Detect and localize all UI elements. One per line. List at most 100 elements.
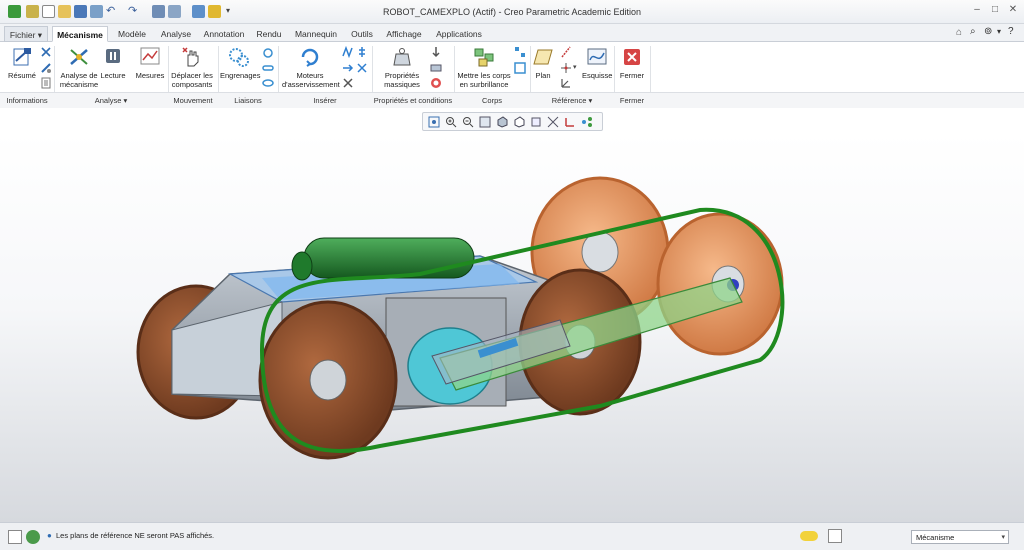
damper-icon[interactable]: [356, 46, 368, 58]
close-button[interactable]: ✕: [1004, 4, 1022, 15]
coordinate-system-icon[interactable]: [560, 77, 572, 89]
filter-select[interactable]: Mécanisme ▾: [911, 530, 1009, 544]
resume-button[interactable]: Résumé: [6, 46, 38, 80]
robot-model[interactable]: [0, 134, 1024, 522]
tab-rendu[interactable]: Rendu: [252, 26, 286, 42]
display-style-icon[interactable]: [496, 116, 508, 128]
esquisse-button[interactable]: Esquisse: [582, 46, 612, 80]
gas-tank[interactable]: [291, 237, 475, 281]
body-definition-icon[interactable]: [514, 46, 526, 58]
group-informations: Informations: [6, 96, 48, 105]
proprietes-label-2: massiques: [384, 80, 420, 89]
measures-icon: [140, 47, 160, 65]
tools-small-icon[interactable]: [40, 62, 52, 74]
termination-condition-icon[interactable]: [430, 77, 442, 89]
analyse-mecanisme-button[interactable]: Analyse de mécanisme: [58, 46, 100, 89]
list-small-icon[interactable]: [40, 77, 52, 89]
filter-select-value: Mécanisme: [916, 533, 955, 542]
motor-small-icon[interactable]: [342, 77, 354, 89]
servo-motor-icon: [301, 48, 319, 67]
initial-condition-icon[interactable]: [430, 62, 442, 74]
lecture-label: Lecture: [100, 71, 126, 80]
chevron-down-icon[interactable]: ▾: [573, 63, 577, 71]
mettre-surbrillance-button[interactable]: Mettre les corps en surbrillance: [456, 46, 512, 89]
force-icon[interactable]: [342, 62, 354, 74]
proprietes-massiques-button[interactable]: Propriétés massiques: [380, 46, 424, 89]
gears-icon: [229, 48, 249, 67]
datum-display-icon[interactable]: [564, 116, 576, 128]
mesures-label: Mesures: [135, 71, 165, 80]
maximize-button[interactable]: □: [986, 4, 1004, 15]
engrenages-label: Engrenages: [220, 71, 261, 80]
surbrillance-label-1: Mettre les corps: [457, 71, 511, 80]
zoom-out-icon[interactable]: [462, 116, 474, 128]
settings-icon[interactable]: ⌂: [956, 27, 962, 38]
drag-hand-icon: [182, 47, 199, 67]
status-dot-icon: ●: [47, 531, 52, 540]
resume-label: Résumé: [8, 71, 36, 80]
annotation-display-icon[interactable]: [581, 116, 593, 128]
view-manager-icon[interactable]: [530, 116, 542, 128]
tab-annotation[interactable]: Annotation: [200, 26, 248, 42]
proprietes-label-1: Propriétés: [384, 71, 420, 80]
spring-icon[interactable]: [342, 46, 354, 58]
ribbon-group-labels: Informations Analyse ▾ Mouvement Liaison…: [0, 92, 1024, 108]
graphics-toolbar: [422, 112, 603, 131]
fermer-label: Fermer: [619, 71, 645, 80]
saved-orientations-icon[interactable]: [513, 116, 525, 128]
group-analyse[interactable]: Analyse ▾: [54, 96, 168, 105]
close-icon: [624, 49, 640, 65]
tab-affichage[interactable]: Affichage: [382, 26, 426, 42]
lecture-button[interactable]: Lecture: [100, 46, 126, 80]
deplacer-composants-button[interactable]: Déplacer les composants: [170, 46, 214, 89]
group-reference[interactable]: Référence ▾: [530, 96, 614, 105]
help-icon[interactable]: ⊚: [984, 26, 992, 37]
tab-analyse[interactable]: Analyse: [156, 26, 196, 42]
fermer-button[interactable]: Fermer: [618, 46, 646, 80]
torque-icon[interactable]: [356, 62, 368, 74]
mesures-button[interactable]: Mesures: [134, 46, 166, 80]
datum-axis-icon[interactable]: [560, 46, 572, 58]
refit-icon[interactable]: [428, 116, 440, 128]
analyse-label-2: mécanisme: [59, 80, 99, 89]
navigator-toggle-icon[interactable]: [8, 530, 22, 544]
group-corps: Corps: [481, 96, 502, 105]
cam-icon[interactable]: [262, 46, 274, 58]
group-inserer: Insérer: [313, 96, 337, 105]
chevron-down-icon: ▾: [1001, 534, 1005, 541]
tab-mannequin[interactable]: Mannequin: [290, 26, 342, 42]
belt-icon[interactable]: [262, 77, 274, 89]
engrenages-button[interactable]: Engrenages: [220, 46, 261, 80]
tab-outils[interactable]: Outils: [346, 26, 378, 42]
datum-point-icon[interactable]: [560, 62, 572, 74]
chevron-down-icon[interactable]: ▾: [997, 27, 1001, 36]
help-question-icon[interactable]: ?: [1008, 26, 1014, 37]
tab-modele[interactable]: Modèle: [112, 26, 152, 42]
minimize-button[interactable]: –: [968, 4, 986, 15]
body-redefine-icon[interactable]: [514, 62, 526, 74]
surbrillance-label-2: en surbrillance: [459, 80, 509, 89]
regeneration-status-icon[interactable]: [800, 531, 818, 541]
tab-fichier[interactable]: Fichier ▾: [4, 26, 48, 42]
tab-mecanisme[interactable]: Mécanisme: [52, 26, 108, 42]
wheel-front-right[interactable]: [258, 300, 398, 460]
deplacer-label-1: Déplacer les: [171, 71, 213, 80]
settings-small-icon[interactable]: [40, 46, 52, 58]
gravity-icon[interactable]: [430, 46, 442, 58]
repaint-icon[interactable]: [479, 116, 491, 128]
ribbon-tabs: Fichier ▾ Mécanisme Modèle Analyse Annot…: [0, 24, 1024, 42]
zoom-in-icon[interactable]: [445, 116, 457, 128]
group-fermer: Fermer: [619, 96, 645, 105]
analyse-label-1: Analyse de: [60, 71, 98, 80]
graphics-viewport[interactable]: [0, 134, 1024, 522]
moteurs-asservissement-button[interactable]: Moteurs d'asservissement: [282, 46, 340, 89]
perspective-icon[interactable]: [547, 116, 559, 128]
browser-toggle-icon[interactable]: [26, 530, 40, 544]
search-icon[interactable]: ⌕: [970, 26, 976, 37]
selection-filter-icon[interactable]: [828, 529, 842, 543]
plan-button[interactable]: Plan: [532, 46, 554, 80]
tab-applications[interactable]: Applications: [430, 26, 488, 42]
plan-label: Plan: [535, 71, 551, 80]
slot-icon[interactable]: [262, 62, 274, 74]
group-liaisons: Liaisons: [234, 96, 262, 105]
